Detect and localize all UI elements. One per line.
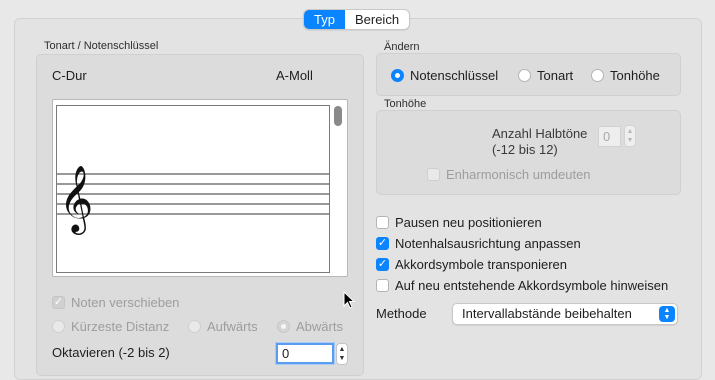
akkord-transponieren-checkbox[interactable]: ✓ <box>376 258 389 271</box>
radio-tonart[interactable] <box>518 69 531 82</box>
method-label: Methode <box>376 306 427 321</box>
change-radio-notenschluessel[interactable]: Notenschlüssel <box>391 68 498 83</box>
clef-list[interactable]: 𝄞 <box>52 99 348 277</box>
octave-stepper[interactable]: ▲ ▼ <box>336 343 348 365</box>
mouse-pointer-icon <box>343 291 356 309</box>
option-notenhals[interactable]: ✓ Notenhalsausrichtung anpassen <box>376 236 581 251</box>
direction-radio-kuerzeste[interactable]: Kürzeste Distanz <box>52 319 169 334</box>
method-select[interactable]: Intervallabstände beibehalten ▲ ▼ <box>452 303 678 325</box>
octave-input[interactable]: 0 <box>276 343 334 364</box>
move-notes-row[interactable]: ✓ Noten verschieben <box>52 295 179 310</box>
semitones-down-icon[interactable]: ▼ <box>627 136 634 145</box>
direction-radio-abwaerts[interactable]: Abwärts <box>277 319 343 334</box>
option-akkord-transponieren[interactable]: ✓ Akkordsymbole transponieren <box>376 257 567 272</box>
semitones-input[interactable]: 0 <box>598 126 621 147</box>
stepper-down-icon[interactable]: ▼ <box>339 354 346 363</box>
change-radio-tonart[interactable]: Tonart <box>518 68 573 83</box>
radio-tonhoehe[interactable] <box>591 69 604 82</box>
enharmonic-checkbox[interactable] <box>427 168 440 181</box>
tab-bereich[interactable]: Bereich <box>345 10 409 29</box>
key-clef-group-title: Tonart / Notenschlüssel <box>44 40 159 52</box>
radio-abwaerts[interactable] <box>277 320 290 333</box>
stepper-up-icon[interactable]: ▲ <box>339 345 346 354</box>
radio-tonhoehe-label: Tonhöhe <box>610 68 660 83</box>
radio-abwaerts-label: Abwärts <box>296 319 343 334</box>
change-radio-tonhoehe[interactable]: Tonhöhe <box>591 68 660 83</box>
tab-typ[interactable]: Typ <box>304 10 345 29</box>
option-akkord-hinweisen[interactable]: Auf neu entstehende Akkordsymbole hinwei… <box>376 278 668 293</box>
move-notes-label: Noten verschieben <box>71 295 180 310</box>
radio-aufwaerts-label: Aufwärts <box>207 319 258 334</box>
change-group-title: Ändern <box>384 41 420 53</box>
staff-svg: 𝄞 <box>57 164 329 235</box>
key-minor-label: A-Moll <box>276 68 313 83</box>
radio-kuerzeste-distanz[interactable] <box>52 320 65 333</box>
enharmonic-row[interactable]: Enharmonisch umdeuten <box>427 167 591 182</box>
akkord-hinweisen-label: Auf neu entstehende Akkordsymbole hinwei… <box>395 278 669 293</box>
treble-clef-icon: 𝄞 <box>59 164 93 235</box>
method-select-value: Intervallabstände beibehalten <box>462 306 632 321</box>
pitch-group-title: Tonhöhe <box>384 98 427 110</box>
option-pausen[interactable]: Pausen neu positionieren <box>376 215 542 230</box>
radio-notenschluessel[interactable] <box>391 69 404 82</box>
semitones-up-icon[interactable]: ▲ <box>627 127 634 136</box>
key-major-label: C-Dur <box>52 68 87 83</box>
tab-segmented-control: Typ Bereich <box>303 9 411 30</box>
notenhals-checkbox[interactable]: ✓ <box>376 237 389 250</box>
radio-aufwaerts[interactable] <box>188 320 201 333</box>
clef-preview[interactable]: 𝄞 <box>56 105 330 273</box>
radio-kuerzeste-label: Kürzeste Distanz <box>71 319 170 334</box>
pausen-label: Pausen neu positionieren <box>395 215 542 230</box>
radio-tonart-label: Tonart <box>537 68 574 83</box>
semitones-label: Anzahl Halbtöne (-12 bis 12) <box>492 126 587 158</box>
select-chevron-icon[interactable]: ▲ ▼ <box>659 306 675 322</box>
enharmonic-label: Enharmonisch umdeuten <box>446 167 591 182</box>
semitones-label-line2: (-12 bis 12) <box>492 142 558 157</box>
notenhals-label: Notenhalsausrichtung anpassen <box>395 236 581 251</box>
octave-label: Oktavieren (-2 bis 2) <box>52 345 170 360</box>
semitones-stepper[interactable]: ▲ ▼ <box>624 125 636 147</box>
pausen-checkbox[interactable] <box>376 216 389 229</box>
scrollbar-thumb[interactable] <box>334 106 342 126</box>
direction-radio-aufwaerts[interactable]: Aufwärts <box>188 319 258 334</box>
move-notes-checkbox[interactable]: ✓ <box>52 296 65 309</box>
semitones-label-line1: Anzahl Halbtöne <box>492 126 588 141</box>
akkord-transponieren-label: Akkordsymbole transponieren <box>395 257 567 272</box>
akkord-hinweisen-checkbox[interactable] <box>376 279 389 292</box>
radio-notenschluessel-label: Notenschlüssel <box>410 68 499 83</box>
